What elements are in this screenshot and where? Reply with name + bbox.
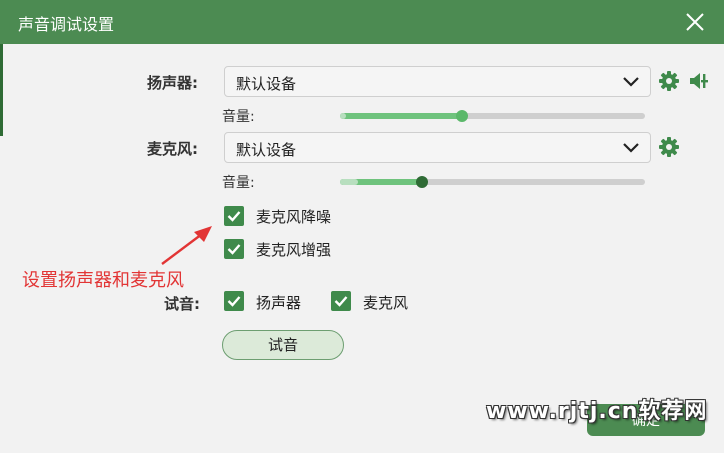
speaker-volume-icon[interactable] [688, 70, 710, 92]
gear-icon[interactable] [658, 136, 680, 158]
mic-label: 麦克风: [147, 140, 198, 158]
window-edge [0, 44, 3, 136]
test-speaker-checkbox[interactable] [224, 291, 244, 311]
window-title: 声音调试设置 [18, 15, 115, 34]
speaker-volume-slider[interactable] [340, 110, 645, 122]
test-speaker-label: 扬声器 [256, 294, 302, 312]
mic-select-value: 默认设备 [236, 141, 297, 159]
slider-thumb[interactable] [456, 110, 468, 122]
mic-select[interactable]: 默认设备 [224, 132, 651, 163]
mic-volume-slider[interactable] [340, 176, 645, 188]
noise-reduction-checkbox[interactable] [224, 206, 244, 226]
mic-volume-label: 音量: [222, 175, 255, 191]
test-mic-checkbox[interactable] [331, 291, 351, 311]
noise-reduction-label: 麦克风降噪 [256, 208, 332, 226]
speaker-select-value: 默认设备 [236, 75, 297, 93]
chevron-down-icon [623, 77, 639, 87]
speaker-select[interactable]: 默认设备 [224, 66, 651, 97]
title-bar: 声音调试设置 [0, 0, 724, 44]
checkmark-icon [227, 296, 241, 307]
annotation-text: 设置扬声器和麦克风 [22, 270, 184, 291]
checkmark-icon [334, 296, 348, 307]
test-mic-label: 麦克风 [363, 294, 409, 312]
close-icon[interactable] [682, 9, 708, 35]
test-button[interactable]: 试音 [222, 330, 344, 360]
chevron-down-icon [623, 143, 639, 153]
mic-boost-label: 麦克风增强 [256, 241, 332, 259]
watermark: www.rjtj.cn软荐网 [486, 399, 708, 424]
gear-icon[interactable] [658, 70, 680, 92]
mic-boost-checkbox[interactable] [224, 239, 244, 259]
checkmark-icon [227, 211, 241, 222]
slider-thumb[interactable] [416, 176, 429, 188]
input-level-meter [340, 179, 359, 185]
test-label: 试音: [164, 295, 200, 313]
slider-fill [340, 113, 462, 119]
speaker-volume-label: 音量: [222, 109, 255, 125]
checkmark-icon [227, 244, 241, 255]
arrow-icon [161, 226, 212, 265]
speaker-label: 扬声器: [147, 74, 198, 92]
